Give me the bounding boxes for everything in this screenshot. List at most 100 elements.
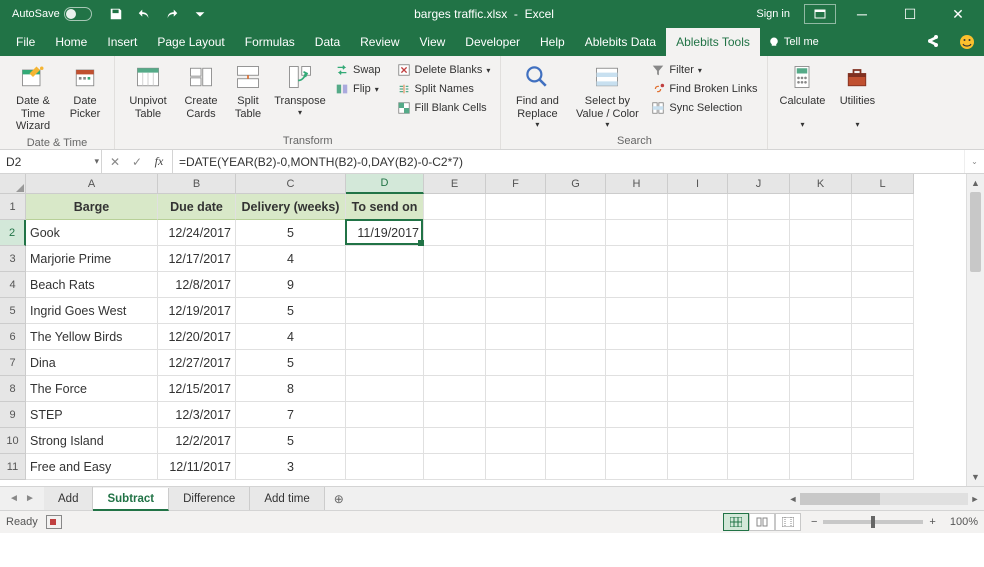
cell-L1[interactable] (852, 194, 914, 220)
cell-I2[interactable] (668, 220, 728, 246)
cell-A3[interactable]: Marjorie Prime (26, 246, 158, 272)
delete-blanks-button[interactable]: Delete Blanks ▾ (393, 61, 495, 79)
cell-B5[interactable]: 12/19/2017 (158, 298, 236, 324)
cell-A11[interactable]: Free and Easy (26, 454, 158, 480)
zoom-in-button[interactable]: + (929, 516, 935, 528)
cell-J5[interactable] (728, 298, 790, 324)
cell-D5[interactable] (346, 298, 424, 324)
tab-home[interactable]: Home (45, 28, 97, 56)
cell-E2[interactable] (424, 220, 486, 246)
date-picker-button[interactable]: Date Picker (62, 59, 108, 122)
minimize-button[interactable]: ─ (840, 0, 884, 28)
cell-G3[interactable] (546, 246, 606, 272)
col-header-G[interactable]: G (546, 174, 606, 194)
cells-area[interactable]: BargeDue dateDelivery (weeks)To send onG… (26, 194, 966, 486)
row-header-10[interactable]: 10 (0, 428, 26, 454)
cell-I6[interactable] (668, 324, 728, 350)
cell-A7[interactable]: Dina (26, 350, 158, 376)
sign-in-link[interactable]: Sign in (756, 8, 790, 20)
cell-I3[interactable] (668, 246, 728, 272)
cell-G2[interactable] (546, 220, 606, 246)
utilities-button[interactable]: Utilities▾ (832, 59, 882, 131)
vscroll-thumb[interactable] (970, 192, 981, 272)
cell-D11[interactable] (346, 454, 424, 480)
cell-F7[interactable] (486, 350, 546, 376)
cell-K1[interactable] (790, 194, 852, 220)
find-broken-links-button[interactable]: Find Broken Links (647, 80, 761, 98)
row-header-9[interactable]: 9 (0, 402, 26, 428)
cell-C9[interactable]: 7 (236, 402, 346, 428)
spreadsheet-grid[interactable]: ABCDEFGHIJKL 1234567891011 BargeDue date… (0, 174, 984, 486)
calculate-button[interactable]: Calculate▾ (774, 59, 830, 131)
cancel-formula-button[interactable]: ✕ (104, 155, 126, 169)
zoom-slider[interactable] (823, 520, 923, 524)
maximize-button[interactable]: ☐ (888, 0, 932, 28)
cell-A9[interactable]: STEP (26, 402, 158, 428)
row-header-6[interactable]: 6 (0, 324, 26, 350)
cell-E7[interactable] (424, 350, 486, 376)
select-by-value-color-button[interactable]: Select by Value / Color ▾ (569, 59, 645, 131)
cell-J9[interactable] (728, 402, 790, 428)
cell-F8[interactable] (486, 376, 546, 402)
sheet-tab-add[interactable]: Add (44, 487, 93, 510)
cell-D4[interactable] (346, 272, 424, 298)
cell-J2[interactable] (728, 220, 790, 246)
fill-blank-cells-button[interactable]: Fill Blank Cells (393, 99, 495, 117)
cell-E3[interactable] (424, 246, 486, 272)
cell-H11[interactable] (606, 454, 668, 480)
cell-E9[interactable] (424, 402, 486, 428)
cell-C11[interactable]: 3 (236, 454, 346, 480)
date-time-wizard-button[interactable]: Date & Time Wizard (6, 59, 60, 135)
cell-L4[interactable] (852, 272, 914, 298)
cell-D3[interactable] (346, 246, 424, 272)
col-header-D[interactable]: D (346, 174, 424, 194)
view-page-layout-button[interactable] (749, 513, 775, 531)
cell-G5[interactable] (546, 298, 606, 324)
cell-J11[interactable] (728, 454, 790, 480)
cell-J8[interactable] (728, 376, 790, 402)
transpose-button[interactable]: Transpose▾ (271, 59, 329, 119)
cell-C1[interactable]: Delivery (weeks) (236, 194, 346, 220)
cell-E1[interactable] (424, 194, 486, 220)
cell-K3[interactable] (790, 246, 852, 272)
cell-H6[interactable] (606, 324, 668, 350)
find-and-replace-button[interactable]: Find and Replace ▾ (507, 59, 567, 131)
select-all-corner[interactable] (0, 174, 26, 194)
vertical-scrollbar[interactable]: ▲ ▼ (966, 174, 984, 486)
cell-C4[interactable]: 9 (236, 272, 346, 298)
cell-G1[interactable] (546, 194, 606, 220)
cell-A10[interactable]: Strong Island (26, 428, 158, 454)
view-normal-button[interactable] (723, 513, 749, 531)
zoom-level[interactable]: 100% (950, 516, 978, 528)
cell-I11[interactable] (668, 454, 728, 480)
macro-record-icon[interactable] (46, 515, 62, 529)
col-header-I[interactable]: I (668, 174, 728, 194)
tab-view[interactable]: View (410, 28, 456, 56)
cell-E8[interactable] (424, 376, 486, 402)
cell-G11[interactable] (546, 454, 606, 480)
tab-ablebits-tools[interactable]: Ablebits Tools (666, 28, 760, 56)
tab-page-layout[interactable]: Page Layout (147, 28, 234, 56)
cell-F4[interactable] (486, 272, 546, 298)
cell-C7[interactable]: 5 (236, 350, 346, 376)
filter-button[interactable]: Filter ▾ (647, 61, 761, 79)
unpivot-table-button[interactable]: Unpivot Table (121, 59, 175, 122)
autosave-toggle[interactable]: AutoSave (12, 7, 92, 21)
col-header-F[interactable]: F (486, 174, 546, 194)
cell-G10[interactable] (546, 428, 606, 454)
cell-B9[interactable]: 12/3/2017 (158, 402, 236, 428)
cell-H4[interactable] (606, 272, 668, 298)
share-button[interactable] (916, 28, 950, 56)
row-header-2[interactable]: 2 (0, 220, 26, 246)
cell-B3[interactable]: 12/17/2017 (158, 246, 236, 272)
cell-B10[interactable]: 12/2/2017 (158, 428, 236, 454)
cell-E4[interactable] (424, 272, 486, 298)
cell-G7[interactable] (546, 350, 606, 376)
name-box[interactable]: D2 ▾ (0, 150, 102, 173)
cell-F1[interactable] (486, 194, 546, 220)
horizontal-scrollbar[interactable]: ◄► (784, 487, 984, 510)
cell-B4[interactable]: 12/8/2017 (158, 272, 236, 298)
cell-A1[interactable]: Barge (26, 194, 158, 220)
tab-data[interactable]: Data (305, 28, 350, 56)
undo-button[interactable] (132, 2, 156, 26)
